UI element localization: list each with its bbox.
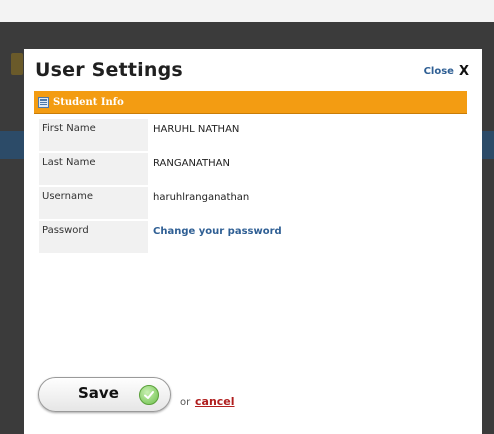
- document-icon: [38, 96, 49, 108]
- last-name-row: Last Name RANGANATHAN: [39, 153, 467, 187]
- username-value: haruhlranganathan: [153, 192, 250, 203]
- cancel-link[interactable]: cancel: [195, 395, 235, 408]
- dialog-title: User Settings: [35, 59, 183, 81]
- close-label: Close: [423, 66, 454, 77]
- save-label: Save: [78, 384, 119, 402]
- close-button[interactable]: Close X: [424, 65, 469, 78]
- user-settings-dialog: User Settings Close X Student Info First…: [24, 49, 482, 434]
- background-logo-fragment: [11, 53, 23, 75]
- field-label: First Name: [39, 119, 148, 151]
- field-label: Last Name: [39, 153, 148, 185]
- student-info-header: Student Info: [34, 91, 467, 114]
- background-nav-strip: [0, 131, 24, 159]
- section-title: Student Info: [53, 96, 124, 108]
- close-icon: X: [458, 64, 469, 79]
- save-button[interactable]: Save: [38, 377, 171, 412]
- change-password-link[interactable]: Change your password: [153, 226, 282, 237]
- first-name-row: First Name HARUHL NATHAN: [39, 119, 467, 153]
- first-name-value: HARUHL NATHAN: [153, 124, 240, 135]
- field-label: Password: [39, 221, 148, 253]
- field-label: Username: [39, 187, 148, 219]
- browser-top-bar: [0, 0, 494, 22]
- password-row: Password Change your password: [39, 221, 467, 255]
- or-text: or: [180, 397, 191, 408]
- last-name-value: RANGANATHAN: [153, 158, 230, 169]
- username-row: Username haruhlranganathan: [39, 187, 467, 221]
- checkmark-icon: [139, 385, 159, 405]
- student-info-table: First Name HARUHL NATHAN Last Name RANGA…: [39, 119, 467, 255]
